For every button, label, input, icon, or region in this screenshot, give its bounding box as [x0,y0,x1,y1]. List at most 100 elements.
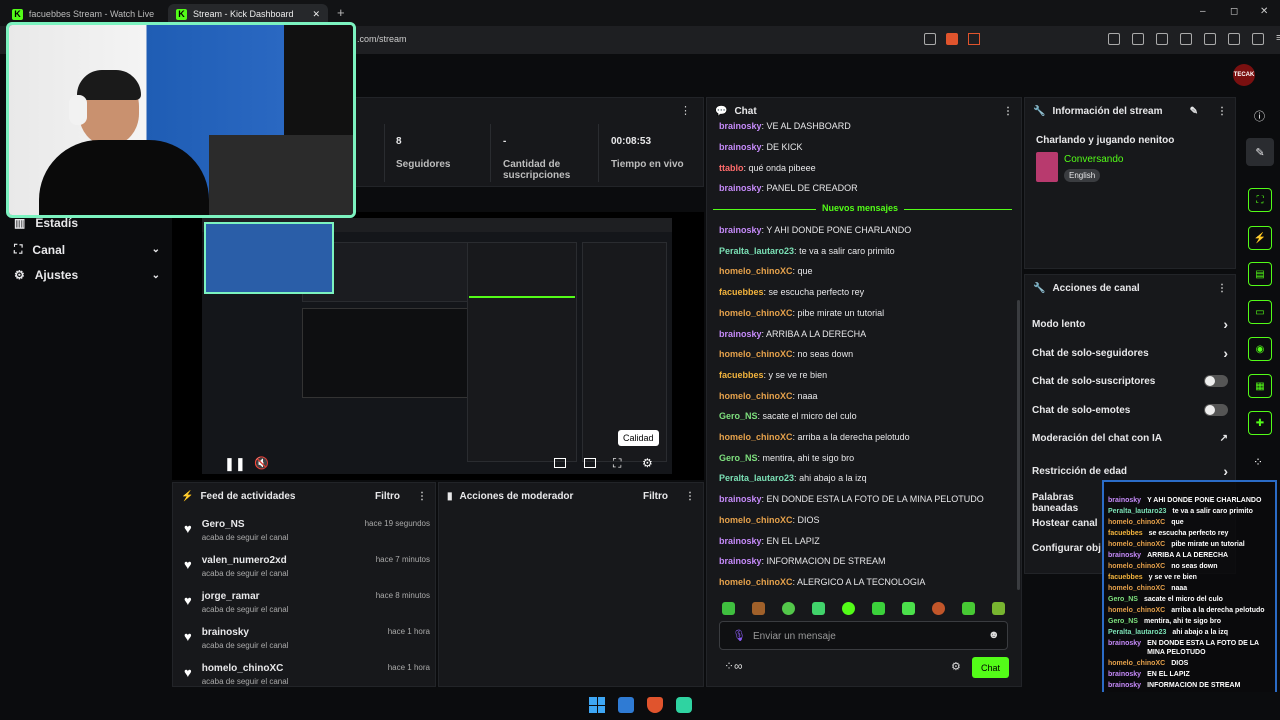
chat-username[interactable]: homelo_chinoXC [719,577,793,587]
activity-feed-item[interactable]: ♥ homelo_chinoXC acaba de seguir el canal h… [184,663,430,686]
chat-message[interactable]: brainosky: DE KICK [719,142,803,152]
filter-button[interactable]: Filtro [375,491,400,502]
chat-message[interactable]: Gero_NS: mentira, ahi te sigo bro [719,453,854,463]
channel-action-item[interactable]: Chat de solo-seguidores › [1032,345,1228,361]
minimize-button[interactable]: ‒ [1200,6,1206,17]
theater-icon[interactable] [584,458,596,468]
emote-icon[interactable] [782,602,795,615]
sidebar-item-canal[interactable]: ⛶ Canal ⌄ [14,242,160,257]
chat-username[interactable]: Peralta_lautaro23 [719,246,794,256]
emote-icon[interactable] [722,602,735,615]
activity-feed-item[interactable]: ♥ jorge_ramar acaba de seguir el canal hace… [184,591,430,614]
close-tab-icon[interactable]: ✕ [312,9,320,20]
chat-message[interactable]: Peralta_lautaro23: te va a salir caro pr… [719,246,895,256]
chat-message[interactable]: Peralta_lautaro23: ahi abajo a la izq [719,473,867,483]
new-tab-button[interactable]: + [337,5,345,20]
emote-icon[interactable] [752,602,765,615]
sidebar-item-stats[interactable]: ▥ Estadís [14,216,160,230]
emote-icon[interactable] [842,602,855,615]
screenshot-icon[interactable] [1132,33,1144,45]
chat-message[interactable]: facuebbes: y se ve re bien [719,370,827,380]
browser-tab-active[interactable]: K Stream - Kick Dashboard ✕ [168,4,328,24]
chat-username[interactable]: brainosky [719,142,762,152]
info-icon[interactable]: ⓘ [1254,108,1265,124]
fullscreen-icon[interactable]: ⛶ [613,456,621,471]
wallet-icon[interactable] [1204,33,1216,45]
more-options-icon[interactable]: ⋮ [1217,283,1227,294]
chat-username[interactable]: Gero_NS [719,411,758,421]
stream-preview-player[interactable]: ❚❚ 🔇 ⛶ ⚙ Calidad [172,212,704,480]
activity-feed-item[interactable]: ♥ valen_numero2xd acaba de seguir el canal… [184,555,430,578]
chat-input-box[interactable]: 🎙 Enviar un mensaje ☻ [719,621,1008,650]
emote-icon[interactable] [932,602,945,615]
vpn-icon[interactable] [1252,33,1264,45]
more-options-icon[interactable]: ⋮ [680,104,691,117]
channel-action-item[interactable]: Restricción de edad › [1032,463,1228,479]
chat-message[interactable]: brainosky: ARRIBA A LA DERECHA [719,329,866,339]
chat-message[interactable]: facuebbes: se escucha perfecto rey [719,287,864,297]
chat-message[interactable]: brainosky: PANEL DE CREADOR [719,183,858,193]
emoji-icon[interactable]: ☻ [988,629,1000,641]
chat-message[interactable]: homelo_chinoXC: DIOS [719,515,820,525]
toggle-switch[interactable] [1204,404,1228,416]
channel-action-item[interactable]: Chat de solo-emotes [1032,404,1228,416]
store-icon[interactable] [618,697,634,713]
settings-gear-icon[interactable]: ⚙ [642,456,653,470]
maximize-button[interactable]: ◻ [1230,6,1238,17]
more-apps-icon[interactable]: ⁘ [1253,455,1263,469]
emote-icon[interactable] [812,602,825,615]
stream-category[interactable]: Conversando [1064,154,1123,165]
brave-browser-icon[interactable] [647,697,663,713]
browser-tab[interactable]: K facuebbes Stream - Watch Live on Ki [4,4,164,24]
emote-icon[interactable] [902,602,915,615]
chat-message[interactable]: brainosky: EN EL LAPIZ [719,536,820,546]
pencil-icon[interactable]: ✎ [1246,138,1274,166]
chat-username[interactable]: brainosky [719,183,762,193]
chat-username[interactable]: homelo_chinoXC [719,391,793,401]
address-bar[interactable]: .com/stream [357,34,407,44]
chat-message[interactable]: homelo_chinoXC: naaa [719,391,818,401]
more-options-icon[interactable]: ⋮ [417,491,427,502]
chat-username[interactable]: homelo_chinoXC [719,266,793,276]
channel-action-item[interactable]: Modo lento › [1032,316,1228,332]
microphone-icon[interactable]: 🎙 [732,629,746,642]
tools-icon[interactable]: ✚ [1248,411,1272,435]
chat-message[interactable]: brainosky: Y AHI DONDE PONE CHARLANDO [719,225,911,235]
chat-username[interactable]: brainosky [719,225,762,235]
pause-icon[interactable]: ❚❚ [224,456,246,472]
chat-message[interactable]: homelo_chinoXC: ALERGICO A LA TECNOLOGIA [719,577,925,587]
emote-icon[interactable] [962,602,975,615]
extensions-icon[interactable] [1108,33,1120,45]
activity-feed-item[interactable]: ♥ Gero_NS acaba de seguir el canal hace 19 … [184,519,430,542]
emote-icon[interactable] [872,602,885,615]
more-options-icon[interactable]: ⋮ [1217,106,1227,117]
chat-message[interactable]: brainosky: EN DONDE ESTA LA FOTO DE LA M… [719,494,984,504]
channel-action-item[interactable]: Hostear canal [1032,518,1102,529]
trend-chart-icon[interactable]: ↗ [1220,433,1228,444]
chat-message[interactable]: homelo_chinoXC: no seas down [719,349,853,359]
chat-username[interactable]: homelo_chinoXC [719,308,793,318]
channel-action-item[interactable]: Palabras baneadas [1032,492,1102,514]
chat-message[interactable]: brainosky: VE AL DASHBOARD [719,121,851,131]
avatar[interactable]: TECAK [1233,64,1255,86]
chat-scrollbar[interactable] [1017,300,1020,590]
chat-message[interactable]: homelo_chinoXC: pibe mirate un tutorial [719,308,884,318]
emote-icon[interactable] [992,602,1005,615]
music-icon[interactable] [1156,33,1168,45]
chat-username[interactable]: homelo_chinoXC [719,515,793,525]
chat-username[interactable]: homelo_chinoXC [719,349,793,359]
pencil-icon[interactable]: ✎ [1190,106,1198,117]
windows-start-icon[interactable] [589,697,605,713]
chat-message[interactable]: ttablo: qué onda pibeee [719,163,816,173]
pip-icon[interactable] [554,458,566,468]
app-icon[interactable] [676,697,692,713]
chat-username[interactable]: Gero_NS [719,453,758,463]
filter-button[interactable]: Filtro [643,491,668,502]
chat-bubble-icon[interactable]: ▭ [1248,300,1272,324]
chat-message[interactable]: Gero_NS: sacate el micro del culo [719,411,857,421]
chat-message[interactable]: homelo_chinoXC: que [719,266,813,276]
layout-icon[interactable]: ▦ [1248,374,1272,398]
leo-ai-icon[interactable] [1228,33,1240,45]
sidebar-icon[interactable] [1180,33,1192,45]
sidebar-item-ajustes[interactable]: ⚙ Ajustes ⌄ [14,268,160,282]
